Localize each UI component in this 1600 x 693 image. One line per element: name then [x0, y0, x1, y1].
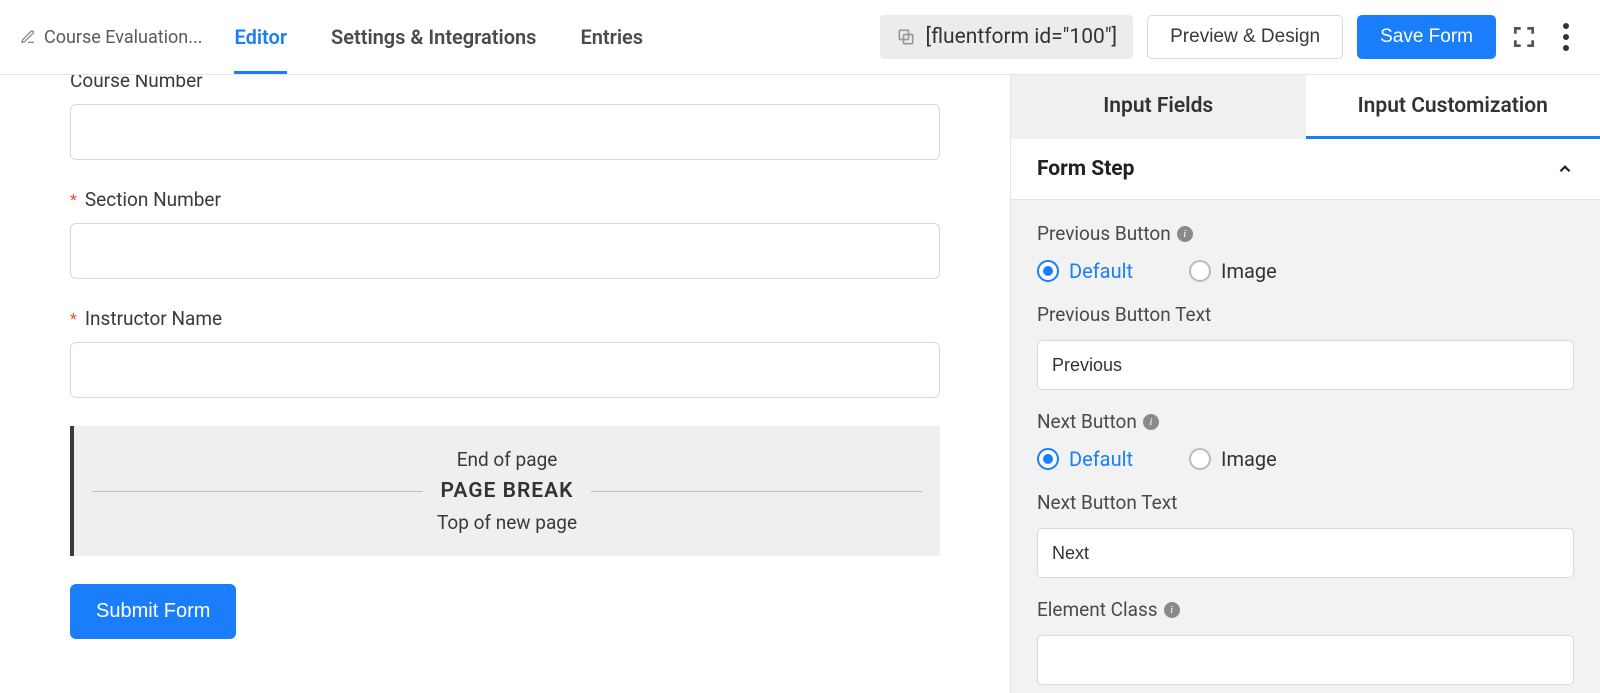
page-break-block[interactable]: End of page PAGE BREAK Top of new page [70, 426, 940, 556]
editor-area: Course Number * Section Number * Instruc… [0, 75, 1010, 693]
required-mark: * [70, 309, 77, 328]
panel-body: Previous Button i Default Image Previous… [1011, 200, 1600, 693]
tab-entries[interactable]: Entries [580, 1, 643, 74]
radio-row-next: Default Image [1037, 447, 1574, 471]
fullscreen-icon[interactable] [1510, 23, 1538, 51]
radio-next-default[interactable]: Default [1037, 447, 1133, 471]
element-class-input[interactable] [1037, 635, 1574, 685]
course-number-input[interactable] [70, 104, 940, 160]
setting-previous-button: Previous Button i Default Image [1037, 222, 1574, 283]
page-break-end: End of page [92, 448, 922, 471]
submit-form-button[interactable]: Submit Form [70, 584, 236, 639]
tab-settings[interactable]: Settings & Integrations [331, 1, 536, 74]
form-title-wrap[interactable]: Course Evaluation... [20, 27, 202, 48]
field-instructor-name[interactable]: * Instructor Name [70, 307, 940, 398]
next-button-text-input[interactable] [1037, 528, 1574, 578]
field-section-number[interactable]: * Section Number [70, 188, 940, 279]
radio-next-image[interactable]: Image [1189, 447, 1277, 471]
setting-next-text: Next Button Text [1037, 491, 1574, 578]
main: Course Number * Section Number * Instruc… [0, 75, 1600, 693]
radio-circle [1037, 448, 1059, 470]
radio-label: Default [1069, 447, 1133, 471]
info-icon[interactable]: i [1164, 602, 1180, 618]
field-label: * Instructor Name [70, 307, 940, 330]
field-label: * Section Number [70, 188, 940, 211]
preview-button[interactable]: Preview & Design [1147, 15, 1343, 59]
panel-title: Form Step [1037, 157, 1134, 181]
radio-label: Image [1221, 259, 1277, 283]
setting-label: Next Button Text [1037, 491, 1574, 514]
sidebar-tabs: Input Fields Input Customization [1011, 75, 1600, 139]
setting-element-class: Element Class i [1037, 598, 1574, 685]
sidebar: Input Fields Input Customization Form St… [1010, 75, 1600, 693]
instructor-name-input[interactable] [70, 342, 940, 398]
radio-label: Default [1069, 259, 1133, 283]
tab-editor[interactable]: Editor [234, 1, 287, 74]
tab-input-customization[interactable]: Input Customization [1306, 75, 1600, 139]
shortcode-text: [fluentform id="100"] [926, 25, 1118, 49]
radio-prev-image[interactable]: Image [1189, 259, 1277, 283]
copy-icon [896, 27, 916, 47]
chevron-up-icon [1556, 160, 1574, 178]
field-label: Course Number [70, 75, 940, 92]
setting-prev-text: Previous Button Text [1037, 303, 1574, 390]
radio-prev-default[interactable]: Default [1037, 259, 1133, 283]
setting-label: Element Class i [1037, 598, 1574, 621]
setting-label: Previous Button i [1037, 222, 1574, 245]
radio-circle [1189, 448, 1211, 470]
panel-header[interactable]: Form Step [1011, 139, 1600, 200]
more-menu-icon[interactable] [1552, 23, 1580, 51]
shortcode-box[interactable]: [fluentform id="100"] [880, 15, 1134, 59]
main-tabs: Editor Settings & Integrations Entries [234, 1, 867, 74]
label-text: Instructor Name [85, 307, 222, 330]
prev-button-text-input[interactable] [1037, 340, 1574, 390]
header-controls: [fluentform id="100"] Preview & Design S… [880, 15, 1580, 59]
label-text: Course Number [70, 75, 203, 92]
info-icon[interactable]: i [1143, 414, 1159, 430]
save-form-button[interactable]: Save Form [1357, 15, 1496, 59]
required-mark: * [70, 190, 77, 209]
tab-input-fields[interactable]: Input Fields [1011, 75, 1306, 139]
page-break-title: PAGE BREAK [92, 479, 922, 503]
section-number-input[interactable] [70, 223, 940, 279]
pencil-icon [20, 29, 36, 45]
setting-label: Next Button i [1037, 410, 1574, 433]
info-icon[interactable]: i [1177, 226, 1193, 242]
radio-label: Image [1221, 447, 1277, 471]
field-course-number[interactable]: Course Number [70, 75, 940, 160]
form-title: Course Evaluation... [44, 27, 202, 48]
radio-circle [1037, 260, 1059, 282]
radio-row-prev: Default Image [1037, 259, 1574, 283]
setting-next-button: Next Button i Default Image [1037, 410, 1574, 471]
topbar: Course Evaluation... Editor Settings & I… [0, 0, 1600, 75]
page-break-top: Top of new page [92, 511, 922, 534]
label-text: Section Number [85, 188, 221, 211]
setting-label: Previous Button Text [1037, 303, 1574, 326]
radio-circle [1189, 260, 1211, 282]
